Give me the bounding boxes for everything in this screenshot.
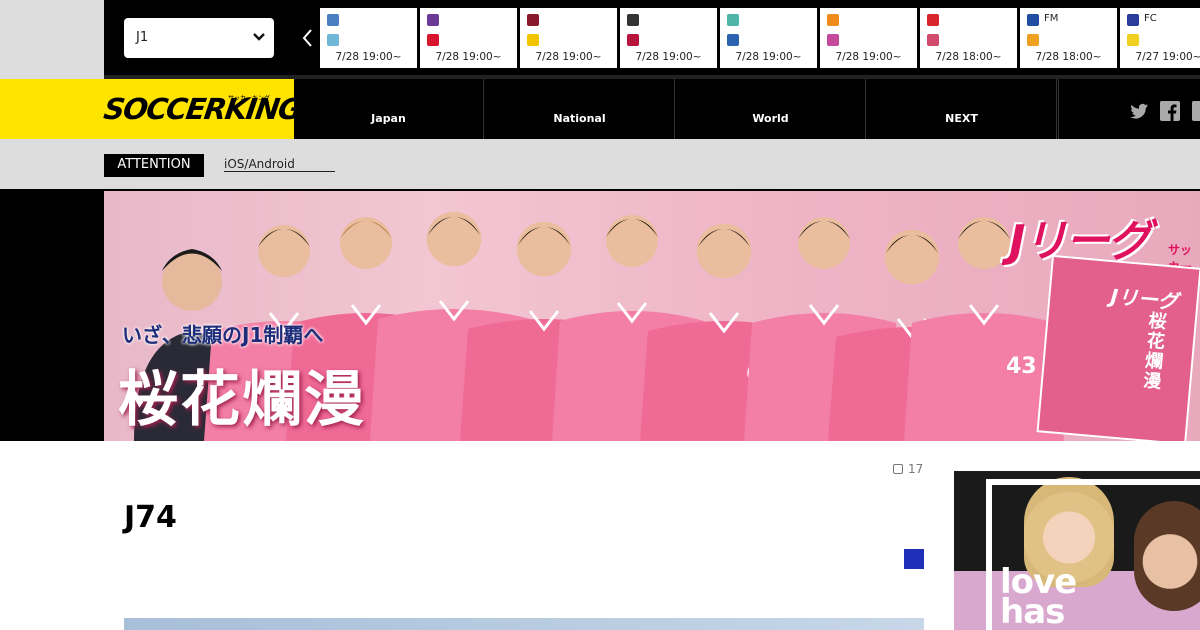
nav-world[interactable]: World — [676, 79, 866, 139]
team-crest-icon — [427, 14, 439, 26]
player-head — [258, 225, 310, 277]
match-card[interactable]: 7/28 19:00~ — [620, 8, 717, 68]
team-crest-icon — [927, 14, 939, 26]
comment-count-value: 17 — [908, 462, 924, 476]
player-head — [340, 217, 392, 269]
home-team-name: FC — [1144, 13, 1157, 24]
team-crest-icon — [727, 14, 739, 26]
match-time: 7/28 19:00~ — [535, 51, 602, 63]
site-header: SOCCERKING サッカーキング Japan National World … — [0, 79, 1200, 139]
twitter-icon[interactable] — [1129, 101, 1149, 121]
match-card[interactable]: FM 7/28 18:00~ — [1020, 8, 1117, 68]
hero-banner[interactable]: 19762843 いざ、悲願のJ1制覇へ 桜花爛漫 Jリーグ サッカー Jリーグ… — [104, 191, 1200, 441]
nav-national[interactable]: National — [485, 79, 675, 139]
app-icon[interactable] — [1190, 101, 1200, 121]
match-time: 7/28 18:00~ — [1035, 51, 1102, 63]
match-card[interactable]: FC 7/27 19:00~ — [1120, 8, 1200, 68]
team-crest-icon — [527, 14, 539, 26]
player-head — [798, 217, 850, 269]
match-time: 7/28 19:00~ — [435, 51, 502, 63]
player-head — [606, 215, 658, 267]
home-team-name: FM — [1044, 13, 1059, 24]
team-crest-icon — [427, 34, 439, 46]
logo-kana: サッカーキング — [228, 95, 270, 102]
attention-label: ATTENTION — [104, 154, 204, 177]
player-head — [696, 223, 752, 279]
match-card[interactable]: 7/28 19:00~ — [420, 8, 517, 68]
facebook-icon[interactable] — [1160, 101, 1180, 121]
comment-icon — [893, 464, 903, 474]
team-crest-icon — [1027, 34, 1039, 46]
match-time: 7/28 19:00~ — [335, 51, 402, 63]
league-select-value: J1 — [136, 30, 149, 45]
share-button[interactable] — [904, 549, 924, 569]
team-crest-icon — [1027, 14, 1039, 26]
match-time: 7/28 19:00~ — [735, 51, 802, 63]
player-head — [958, 217, 1010, 269]
magazine-title: Jリーグ — [1109, 284, 1179, 314]
match-card[interactable]: 7/28 19:00~ — [320, 8, 417, 68]
score-bar: J1 7/28 19:00~ 7/28 19:00~ 7/28 19:00~ 7/28… — [0, 0, 1200, 79]
attention-bar: ATTENTION iOS/Android — [0, 139, 1200, 191]
team-crest-icon — [827, 34, 839, 46]
comment-count[interactable]: 17 — [893, 462, 923, 476]
attention-link[interactable]: iOS/Android — [224, 157, 335, 172]
match-time: 7/28 18:00~ — [935, 51, 1002, 63]
hero-headline: 桜花爛漫 — [118, 365, 366, 435]
article-title: J74 — [124, 500, 177, 535]
match-time: 7/28 19:00~ — [635, 51, 702, 63]
logo: SOCCERKING — [101, 92, 303, 126]
match-card[interactable]: 7/28 19:00~ — [720, 8, 817, 68]
jersey-number: 43 — [1006, 354, 1037, 379]
team-crest-icon — [527, 34, 539, 46]
player-head — [516, 221, 572, 277]
nav-next[interactable]: NEXT — [867, 79, 1057, 139]
league-select[interactable]: J1 — [124, 18, 274, 58]
match-card[interactable]: 7/28 19:00~ — [520, 8, 617, 68]
team-crest-icon — [1127, 14, 1139, 26]
hero-subheadline: いざ、悲願のJ1制覇へ — [122, 323, 324, 347]
magazine-cover: Jリーグ 桜花爛漫 — [1036, 254, 1200, 441]
chevron-left-icon[interactable] — [298, 26, 318, 50]
chevron-down-icon — [253, 33, 265, 41]
team-crest-icon — [327, 14, 339, 26]
side-ad[interactable]: love has — [954, 471, 1200, 630]
magazine-headline: 桜花爛漫 — [1142, 310, 1168, 393]
nav-divider — [1058, 79, 1059, 139]
team-crest-icon — [727, 34, 739, 46]
team-crest-icon — [927, 34, 939, 46]
player-head — [426, 211, 482, 267]
ad-text: love has — [1000, 565, 1077, 629]
match-card[interactable]: 7/28 18:00~ — [920, 8, 1017, 68]
match-card[interactable]: 7/28 19:00~ — [820, 8, 917, 68]
match-time: 7/27 19:00~ — [1135, 51, 1200, 63]
team-crest-icon — [627, 34, 639, 46]
team-crest-icon — [827, 14, 839, 26]
team-crest-icon — [627, 14, 639, 26]
logo-link[interactable]: SOCCERKING サッカーキング — [0, 79, 303, 139]
nav-japan[interactable]: Japan — [294, 79, 484, 139]
match-time: 7/28 19:00~ — [835, 51, 902, 63]
hero-side-panel — [0, 191, 104, 441]
team-crest-icon — [327, 34, 339, 46]
team-crest-icon — [1127, 34, 1139, 46]
article-image — [124, 618, 924, 630]
player-head — [884, 229, 940, 285]
